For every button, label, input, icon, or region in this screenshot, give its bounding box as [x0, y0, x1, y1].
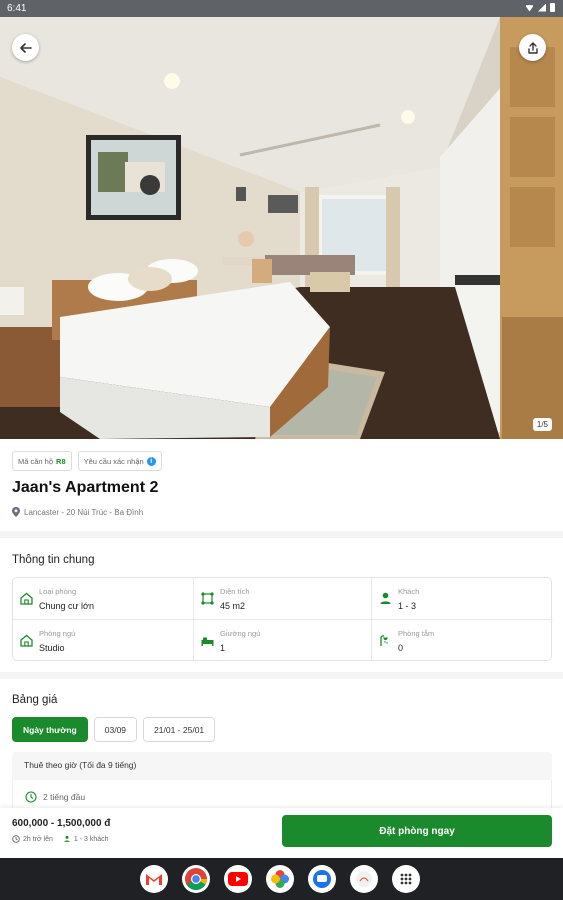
- section-divider: [0, 531, 563, 538]
- verification-label: Yêu cầu xác nhận: [83, 456, 144, 466]
- general-info-title: Thông tin chung: [12, 554, 95, 566]
- info-value: Studio: [39, 643, 65, 653]
- grid-icon: [400, 873, 412, 885]
- hourly-rent-panel: Thuê theo giờ (Tối đa 9 tiếng) 2 tiếng đ…: [12, 752, 552, 812]
- hourly-rent-header: Thuê theo giờ (Tối đa 9 tiếng): [24, 760, 137, 770]
- clock-icon: [12, 835, 20, 843]
- taskbar: [0, 858, 563, 900]
- info-value: 1: [220, 643, 226, 653]
- chrome-icon: [185, 868, 207, 890]
- info-bedrooms: Phòng ngủ Studio: [13, 620, 194, 662]
- app-dock: [140, 865, 420, 893]
- back-button[interactable]: [12, 34, 39, 61]
- info-value: Chung cư lớn: [39, 601, 94, 611]
- address-text: Lancaster - 20 Núi Trúc - Ba Đình: [24, 507, 144, 517]
- verification-tag[interactable]: Yêu cầu xác nhận i: [77, 451, 162, 471]
- app-glyph-icon: [356, 871, 372, 887]
- messages-app-icon[interactable]: [308, 865, 336, 893]
- person-icon: [64, 835, 70, 842]
- room-illustration: [0, 17, 563, 439]
- wifi-icon: [525, 5, 534, 12]
- info-label: Giường ngủ: [220, 629, 261, 638]
- photos-icon: [271, 870, 289, 888]
- rent-row-label: 2 tiếng đầu: [43, 792, 86, 802]
- apartment-code-label: Mã căn hộ: [18, 456, 54, 466]
- tab-special-date[interactable]: 03/09: [93, 717, 138, 742]
- share-button[interactable]: [519, 34, 546, 61]
- tab-date-range[interactable]: 21/01 - 25/01: [143, 717, 216, 742]
- chrome-app-icon[interactable]: [182, 865, 210, 893]
- listing-tags: Mã căn hộ R8 Yêu cầu xác nhận i: [12, 451, 162, 471]
- youtube-app-icon[interactable]: [224, 865, 252, 893]
- duration-info: 2h trở lên: [12, 835, 53, 843]
- duration-text: 2h trở lên: [23, 835, 53, 843]
- pricing-title: Bảng giá: [12, 694, 58, 706]
- guests-text: 1 - 3 khách: [73, 835, 109, 843]
- youtube-icon: [228, 872, 248, 886]
- app-drawer-button[interactable]: [392, 865, 420, 893]
- apartment-code-tag: Mã căn hộ R8: [12, 451, 72, 471]
- shower-icon: [380, 635, 388, 646]
- info-value: 1 - 3: [398, 601, 417, 611]
- info-guests: Khách 1 - 3: [372, 578, 553, 620]
- messages-icon: [313, 870, 331, 888]
- section-divider: [0, 672, 563, 679]
- info-value: 0: [398, 643, 404, 653]
- apartment-photo[interactable]: 1/5: [0, 17, 563, 439]
- photos-app-icon[interactable]: [266, 865, 294, 893]
- guests-info: 1 - 3 khách: [63, 835, 109, 843]
- info-value: 45 m2: [220, 601, 246, 611]
- book-now-button[interactable]: Đặt phòng ngay: [282, 815, 552, 847]
- info-bathrooms: Phòng tắm 0: [372, 620, 553, 662]
- listing-address[interactable]: Lancaster - 20 Núi Trúc - Ba Đình: [12, 507, 143, 517]
- info-label: Phòng ngủ: [39, 629, 76, 638]
- price-meta: 2h trở lên 1 - 3 khách: [12, 835, 109, 843]
- info-label: Diện tích: [220, 587, 250, 596]
- info-area: Diện tích 45 m2: [194, 578, 372, 620]
- person-icon: [380, 592, 391, 604]
- gmail-app-icon[interactable]: [140, 865, 168, 893]
- apartment-code-value: R8: [56, 456, 66, 466]
- info-label: Khách: [398, 587, 420, 596]
- signal-icon: [538, 3, 546, 12]
- gmail-icon: [146, 874, 162, 885]
- info-label: Phòng tắm: [398, 629, 435, 638]
- arrow-left-icon: [19, 42, 32, 53]
- info-beds: Giường ngủ 1: [194, 620, 372, 662]
- listing-title: Jaan's Apartment 2: [12, 479, 159, 496]
- area-icon: [201, 592, 214, 605]
- price-range: 600,000 - 1,500,000 đ: [12, 818, 111, 829]
- info-room-type: Loại phòng Chung cư lớn: [13, 578, 194, 620]
- general-info-grid: Loại phòng Chung cư lớn Diện tích 45 m2 …: [12, 577, 553, 662]
- share-icon: [527, 41, 538, 54]
- home-icon: [20, 634, 33, 647]
- info-icon[interactable]: i: [146, 456, 156, 466]
- location-pin-icon: [12, 507, 20, 517]
- tab-weekday[interactable]: Ngày thường: [12, 717, 88, 742]
- photo-counter: 1/5: [532, 418, 552, 431]
- status-time: 6:41: [7, 3, 27, 14]
- info-label: Loại phòng: [39, 587, 77, 596]
- battery-icon: [550, 3, 555, 12]
- app-icon[interactable]: [350, 865, 378, 893]
- pricing-tabs: Ngày thường 03/09 21/01 - 25/01: [12, 717, 216, 742]
- clock-icon: [25, 791, 37, 803]
- booking-bar: 600,000 - 1,500,000 đ 2h trở lên 1 - 3 k…: [0, 808, 563, 858]
- status-bar: 6:41: [0, 0, 563, 17]
- home-icon: [20, 592, 33, 605]
- status-icons: [525, 3, 555, 12]
- bed-icon: [201, 637, 214, 646]
